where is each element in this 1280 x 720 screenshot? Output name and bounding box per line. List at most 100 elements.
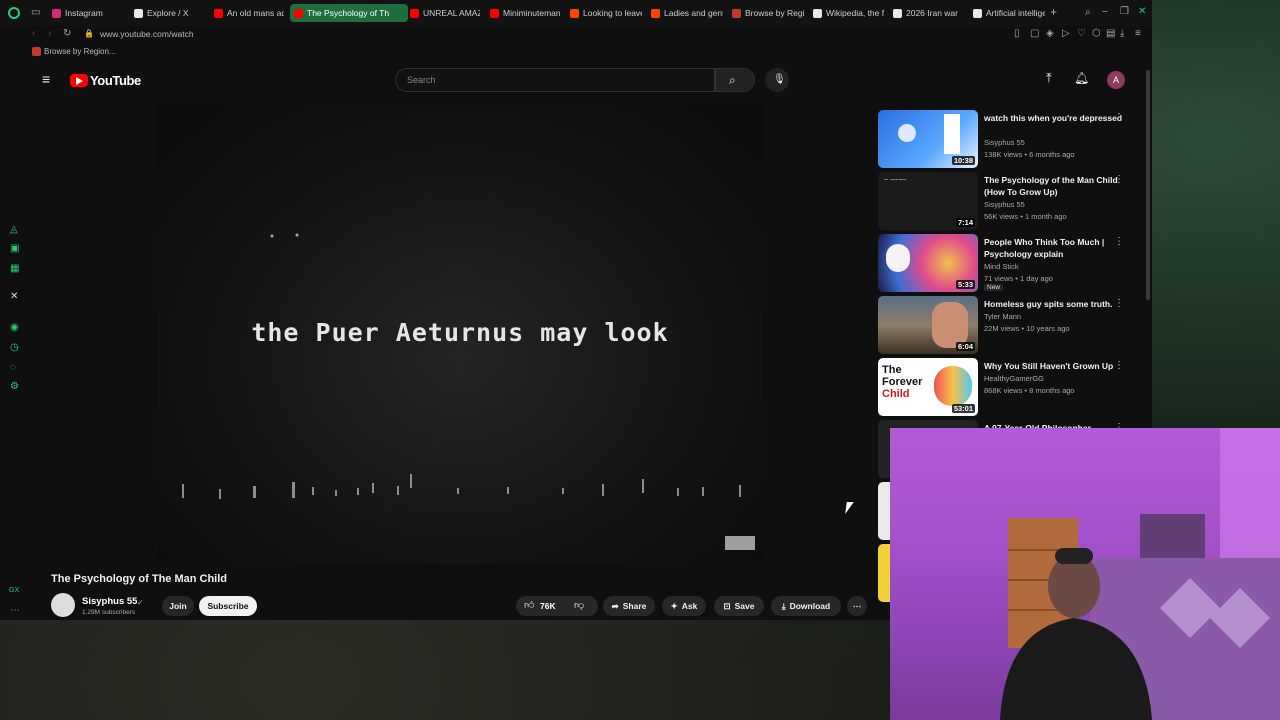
tab-youtube-old-mans[interactable]: An old mans ad [214,4,284,22]
search-button[interactable]: ⌕ [715,68,755,92]
join-button[interactable]: Join [162,596,194,616]
tab-unreal[interactable]: UNREAL AMAZI [410,4,480,22]
youtube-logo-icon[interactable] [70,74,88,87]
tab-bar: ▭ Instagram Explore / X An old mans ad T… [0,0,1152,26]
browser-logo-icon[interactable] [8,7,20,19]
related-item[interactable]: 5:33 People Who Think Too Much | Psychol… [878,234,1143,294]
ask-button[interactable]: ✦ Ask [662,596,706,616]
more-vertical-icon[interactable]: ⋮ [1114,174,1124,185]
tab-psychology-active[interactable]: The Psychology of Th [290,4,408,22]
more-actions-button[interactable]: ⋯ [847,596,867,616]
webcam-scene [1000,428,1280,720]
sidebar-x-icon[interactable]: ✕ [10,291,18,303]
heart-icon[interactable]: ♡ [1077,28,1086,40]
more-vertical-icon[interactable]: ⋮ [1114,360,1124,371]
video-player[interactable]: the Puer Aeturnus may look [157,104,763,564]
extensions-icon[interactable]: ⬡ [1092,28,1101,40]
bookmark-icon[interactable]: ▯ [1014,28,1020,40]
back-icon[interactable]: ‹ [32,28,35,40]
tab-artificial-intelligence[interactable]: Artificial intellige [973,4,1045,22]
related-channel[interactable]: Mind Stick [984,262,1019,271]
maximize-icon[interactable]: ❐ [1120,6,1129,18]
tab-looking-to-leave[interactable]: Looking to leave [570,4,642,22]
tab-explore-x[interactable]: Explore / X [134,4,208,22]
related-channel[interactable]: HealthyGamerGG [984,374,1044,383]
player-icon[interactable]: ▷ [1062,28,1070,40]
more-vertical-icon[interactable]: ⋮ [1114,236,1124,247]
related-item[interactable]: 10:38 watch this when you're depressed S… [878,110,1143,170]
share-label: Share [622,601,647,611]
related-title[interactable]: Homeless guy spits some truth. [984,298,1124,310]
thumbnail-face [886,244,910,272]
related-item[interactable]: ~ ~~~~ 7:14 The Psychology of the Man Ch… [878,172,1143,232]
dislike-icon[interactable]: 👎︎ [574,600,584,612]
search-input[interactable]: Search [395,68,715,92]
wallet-icon[interactable]: ▤ [1106,28,1115,40]
tab-instagram[interactable]: Instagram [52,4,130,22]
subscribe-button[interactable]: Subscribe [199,596,257,616]
hamburger-menu-icon[interactable]: ≡ [42,72,50,86]
sidebar-gx-icon[interactable]: GX [9,585,19,597]
minimize-icon[interactable]: – [1102,6,1108,18]
menu-icon[interactable]: ≡ [1135,28,1141,40]
page-scrollbar[interactable] [1146,70,1150,300]
microphone-icon: 🎙 [773,74,786,85]
notifications-bell-icon[interactable]: 🔔︎ [1074,72,1089,84]
reload-icon[interactable]: ↻ [63,28,71,40]
create-upload-icon[interactable]: ⤒ [1046,71,1052,84]
tab-iran-war[interactable]: 2026 Iran war [893,4,965,22]
like-icon[interactable]: 👍︎ [524,600,534,612]
video-thumbnail[interactable]: 5:33 [878,234,978,292]
video-thumbnail[interactable]: The Forever Child 53:01 [878,358,978,416]
tab-ladies-and-gent[interactable]: Ladies and gent [651,4,723,22]
related-channel[interactable]: Sisyphus 55 [984,138,1025,147]
plus-icon[interactable]: + [1050,6,1057,18]
workspaces-icon[interactable]: ▭ [31,7,40,19]
address-bar: ‹ › ↻ 🔒 www.youtube.com/watch ▯ ▢ ◈ ▷ ♡ … [0,26,1152,42]
tab-browse-by-region[interactable]: Browse by Regi [732,4,804,22]
related-channel[interactable]: Tyler Mann [984,312,1021,321]
voice-search-button[interactable]: 🎙 [765,68,789,92]
tab-miniminuteman[interactable]: Miniminuteman [490,4,562,22]
video-thumbnail[interactable]: 6:04 [878,296,978,354]
channel-name[interactable]: Sisyphus 55 [82,596,137,607]
forward-icon[interactable]: › [48,28,51,40]
url-field[interactable]: www.youtube.com/watch [100,29,194,39]
shield-icon[interactable]: ◈ [1046,28,1054,40]
sidebar-more-icon[interactable]: ⋯ [10,605,20,617]
more-vertical-icon[interactable]: ⋮ [1114,112,1124,123]
download-button[interactable]: ⤓ Download [771,596,841,616]
like-count[interactable]: 76K [540,601,556,611]
bookmark-browse-by-region[interactable]: Browse by Region... [44,47,116,56]
tab-wikipedia[interactable]: Wikipedia, the f [813,4,885,22]
sidebar-bookmarks-icon[interactable]: ◌ [10,362,16,374]
download-icon[interactable]: ⤓ [1120,28,1124,40]
sidebar-settings-icon[interactable]: ⚙ [10,381,19,393]
video-thumbnail[interactable]: ~ ~~~~ 7:14 [878,172,978,230]
sidebar-player-icon[interactable]: ◉ [10,322,19,334]
search-placeholder: Search [407,75,436,85]
sidebar-media-icon[interactable]: ▦ [10,263,19,275]
related-title[interactable]: watch this when you're depressed [984,112,1124,124]
related-title[interactable]: The Psychology of the Man Child (How To … [984,174,1124,198]
related-channel[interactable]: Sisyphus 55 [984,200,1025,209]
related-item[interactable]: The Forever Child 53:01 Why You Still Ha… [878,358,1143,418]
channel-avatar[interactable] [51,593,75,617]
close-icon[interactable]: ✕ [1138,6,1146,18]
save-button[interactable]: ⊡ Save [714,596,764,616]
avatar[interactable]: A [1107,71,1125,89]
video-thumbnail[interactable]: 10:38 [878,110,978,168]
youtube-logo-text[interactable]: YouTube [90,73,141,88]
related-title[interactable]: Why You Still Haven't Grown Up [984,360,1124,372]
snapshot-icon[interactable]: ▢ [1030,28,1039,40]
wikipedia-icon [813,8,822,18]
related-item[interactable]: 6:04 Homeless guy spits some truth. Tyle… [878,296,1143,356]
related-title[interactable]: People Who Think Too Much | Psychology e… [984,236,1124,260]
sidebar-history-icon[interactable]: ◷ [10,342,19,354]
sidebar-messenger-icon[interactable]: ▣ [10,243,19,255]
sidebar-assistant-icon[interactable]: ◬ [10,224,18,236]
share-button[interactable]: ➦ Share [603,596,655,616]
youtube-icon [214,8,223,18]
search-tabs-icon[interactable]: ⌕ [1085,7,1091,19]
more-vertical-icon[interactable]: ⋮ [1114,298,1124,309]
